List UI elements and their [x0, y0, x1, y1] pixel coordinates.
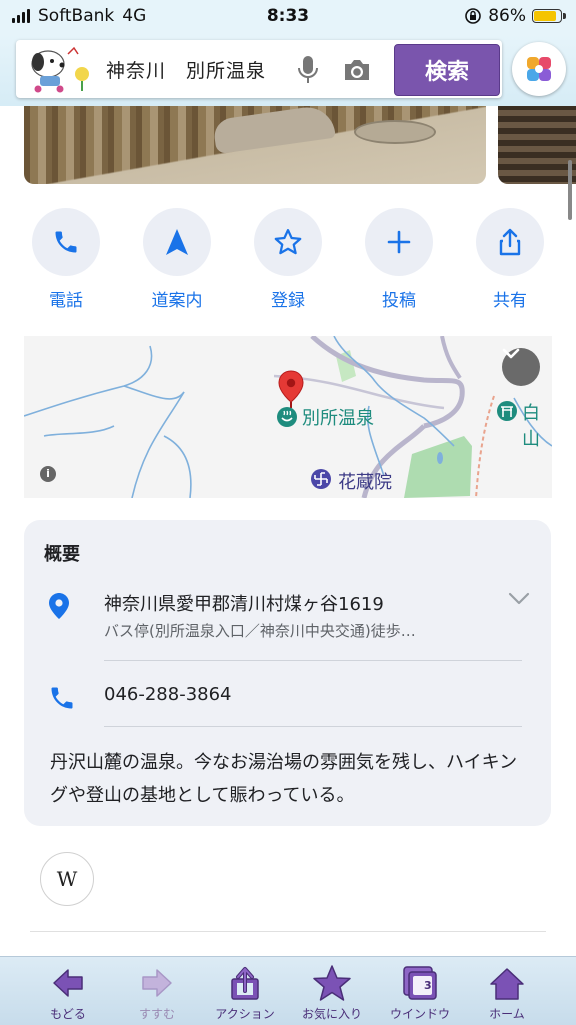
browser-toolbar: もどる すすむ アクション お気に入り 3 ウインドウ ホーム: [0, 956, 576, 1025]
forward-label: すすむ: [138, 1007, 175, 1021]
navigation-arrow-icon: [166, 229, 188, 255]
search-button[interactable]: 検索: [394, 44, 500, 96]
forward-arrow-icon: [142, 969, 172, 997]
post-button[interactable]: 投稿: [344, 208, 454, 318]
star-favorites-icon: [313, 965, 351, 1001]
temple-marker-icon[interactable]: [310, 468, 332, 490]
window-label: ウインドウ: [389, 1007, 450, 1021]
search-box[interactable]: 神奈川 別所温泉 検索: [16, 40, 502, 98]
call-label: 電話: [49, 291, 83, 311]
action-row: 電話 道案内 登録 投稿 共有: [0, 208, 576, 318]
map-preview[interactable]: 別所温泉 花蔵院 白山 i: [24, 336, 552, 498]
mascot-logo-icon: [31, 46, 89, 93]
back-arrow-icon: [53, 969, 83, 997]
address-access-text[interactable]: バス停(別所温泉入口／神奈川中央交通)徒歩…: [104, 620, 494, 641]
forward-button[interactable]: すすむ: [113, 957, 201, 1025]
phone-icon: [55, 231, 77, 253]
share-button[interactable]: 共有: [455, 208, 565, 318]
photo-manhole: [354, 120, 436, 144]
orientation-lock-icon: [465, 8, 482, 24]
save-button-circle[interactable]: [254, 208, 322, 276]
call-button-circle[interactable]: [32, 208, 100, 276]
action-button[interactable]: アクション: [201, 957, 289, 1025]
map-temple-label[interactable]: 花蔵院: [338, 468, 392, 494]
search-query[interactable]: 神奈川 別所温泉: [106, 56, 266, 83]
status-bar: SoftBank 4G 8:33 86%: [0, 0, 576, 34]
window-button[interactable]: 3 ウインドウ: [376, 957, 464, 1025]
place-description: 丹沢山麓の温泉。今なお湯治場の雰囲気を残し、ハイキングや登山の基地として賑わって…: [50, 752, 518, 806]
back-button[interactable]: もどる: [24, 957, 112, 1025]
phone-row-icon: [51, 687, 73, 709]
battery-level: [534, 11, 557, 21]
map-place-label[interactable]: 別所温泉: [302, 404, 374, 430]
back-label: もどる: [50, 1007, 86, 1021]
shrine-marker-icon[interactable]: [496, 400, 518, 422]
share-label: 共有: [493, 291, 527, 311]
divider: [104, 660, 522, 661]
microphone-icon[interactable]: [296, 54, 320, 86]
onsen-marker-icon[interactable]: [276, 406, 298, 428]
photo-strip[interactable]: [0, 106, 576, 188]
location-pin-icon[interactable]: [278, 370, 304, 410]
post-label: 投稿: [382, 291, 416, 311]
camera-icon[interactable]: [342, 57, 372, 83]
overview-title: 概要: [44, 544, 80, 565]
map-edge-label[interactable]: 白山: [522, 399, 552, 451]
address-pin-icon: [49, 593, 69, 619]
home-icon: [490, 968, 524, 1000]
map-info-icon[interactable]: i: [40, 466, 56, 482]
share-action-icon: [231, 967, 259, 1000]
post-button-circle[interactable]: [365, 208, 433, 276]
battery-icon: [532, 9, 566, 23]
photo-rock: [212, 106, 336, 155]
battery-group: 86%: [464, 6, 566, 26]
phone-number[interactable]: 046-288-3864: [104, 684, 232, 705]
share-icon: [499, 228, 521, 256]
divider: [30, 931, 546, 932]
action-label: アクション: [215, 1007, 275, 1021]
map-collapse-button[interactable]: [502, 348, 540, 386]
star-icon: [274, 229, 302, 255]
assistant-app-icon[interactable]: [512, 42, 566, 96]
save-label: 登録: [271, 291, 305, 311]
share-button-circle[interactable]: [476, 208, 544, 276]
divider: [104, 726, 522, 727]
search-header: 神奈川 別所温泉 検索: [0, 34, 576, 106]
directions-label: 道案内: [151, 291, 203, 311]
call-button[interactable]: 電話: [11, 208, 121, 318]
address-expand-chevron-icon[interactable]: [508, 592, 530, 606]
save-button[interactable]: 登録: [233, 208, 343, 318]
address-text[interactable]: 神奈川県愛甲郡清川村煤ヶ谷1619: [104, 590, 384, 616]
home-button[interactable]: ホーム: [463, 957, 551, 1025]
battery-percent: 86%: [488, 6, 526, 26]
favorites-button[interactable]: お気に入り: [288, 957, 376, 1025]
chevron-down-icon: [502, 348, 520, 359]
onsen-photo-secondary[interactable]: [498, 106, 576, 184]
overview-card: 概要 神奈川県愛甲郡清川村煤ヶ谷1619 バス停(別所温泉入口／神奈川中央交通)…: [24, 520, 551, 826]
plus-icon: [387, 230, 411, 254]
window-icon: [403, 966, 437, 1000]
favorites-label: お気に入り: [301, 1007, 362, 1021]
directions-button[interactable]: 道案内: [122, 208, 232, 318]
wikipedia-button[interactable]: W: [40, 852, 94, 906]
home-label: ホーム: [489, 1007, 525, 1021]
directions-button-circle[interactable]: [143, 208, 211, 276]
onsen-photo[interactable]: [24, 106, 486, 184]
window-count: 3: [424, 979, 432, 992]
